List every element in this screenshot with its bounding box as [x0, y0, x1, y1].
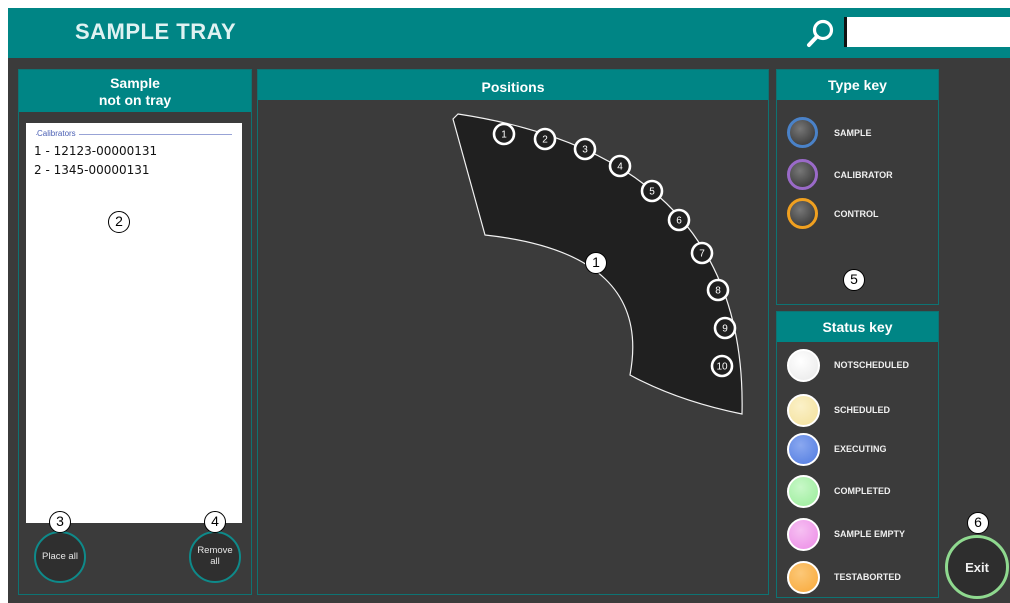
status-key-label: SAMPLE EMPTY — [834, 529, 906, 539]
type-key-label: CALIBRATOR — [834, 170, 893, 180]
tray-position-6[interactable]: 6 — [667, 208, 691, 232]
tray-position-9[interactable]: 9 — [713, 316, 737, 340]
type-key-label: CONTROL — [834, 209, 879, 219]
completed-status-icon — [787, 475, 820, 508]
tray-position-label: 2 — [542, 135, 548, 146]
status-key-label: NOTSCHEDULED — [834, 360, 910, 370]
status-key-label: COMPLETED — [834, 486, 891, 496]
type-key-header: Type key — [777, 70, 938, 100]
tray-position-4[interactable]: 4 — [608, 154, 632, 178]
tray-position-3[interactable]: 3 — [573, 137, 597, 161]
tray-position-1[interactable]: 1 — [492, 122, 516, 146]
status-key-panel: Status key NOTSCHEDULED SCHEDULED EXECUT… — [776, 311, 939, 598]
tray-position-label: 9 — [722, 324, 728, 335]
tray-position-2[interactable]: 2 — [533, 127, 557, 151]
status-key-header: Status key — [777, 312, 938, 342]
tray-position-label: 7 — [699, 249, 705, 260]
sample-type-icon — [787, 117, 818, 148]
exit-label: Exit — [965, 559, 989, 575]
callout-marker: 2 — [108, 211, 130, 233]
type-key-label: SAMPLE — [834, 128, 872, 138]
test-aborted-status-icon — [787, 561, 820, 594]
callout-marker: 3 — [49, 511, 71, 533]
tray-position-label: 10 — [716, 362, 728, 373]
control-type-icon — [787, 198, 818, 229]
status-key-label: EXECUTING — [834, 444, 887, 454]
status-key-label: TESTABORTED — [834, 572, 901, 582]
tray-position-label: 3 — [582, 145, 588, 156]
callout-marker: 6 — [967, 512, 989, 534]
tray-position-label: 4 — [617, 162, 623, 173]
callout-marker: 5 — [843, 269, 865, 291]
tray-position-8[interactable]: 8 — [706, 278, 730, 302]
sample-empty-status-icon — [787, 518, 820, 551]
sample-tray-window: SAMPLE TRAY Sample not on tray Calibrato… — [8, 8, 1010, 603]
tray-position-5[interactable]: 5 — [640, 179, 664, 203]
tray-position-label: 1 — [501, 130, 507, 141]
tray-position-10[interactable]: 10 — [710, 354, 734, 378]
callout-marker: 1 — [585, 252, 607, 274]
executing-status-icon — [787, 433, 820, 466]
callout-marker: 4 — [204, 511, 226, 533]
tray-position-label: 8 — [715, 286, 721, 297]
status-key-label: SCHEDULED — [834, 405, 891, 415]
scheduled-status-icon — [787, 394, 820, 427]
calibrator-type-icon — [787, 159, 818, 190]
tray-position-label: 6 — [676, 216, 682, 227]
tray-position-label: 5 — [649, 187, 655, 198]
not-scheduled-status-icon — [787, 349, 820, 382]
exit-button[interactable]: Exit — [945, 535, 1009, 599]
tray-position-7[interactable]: 7 — [690, 241, 714, 265]
